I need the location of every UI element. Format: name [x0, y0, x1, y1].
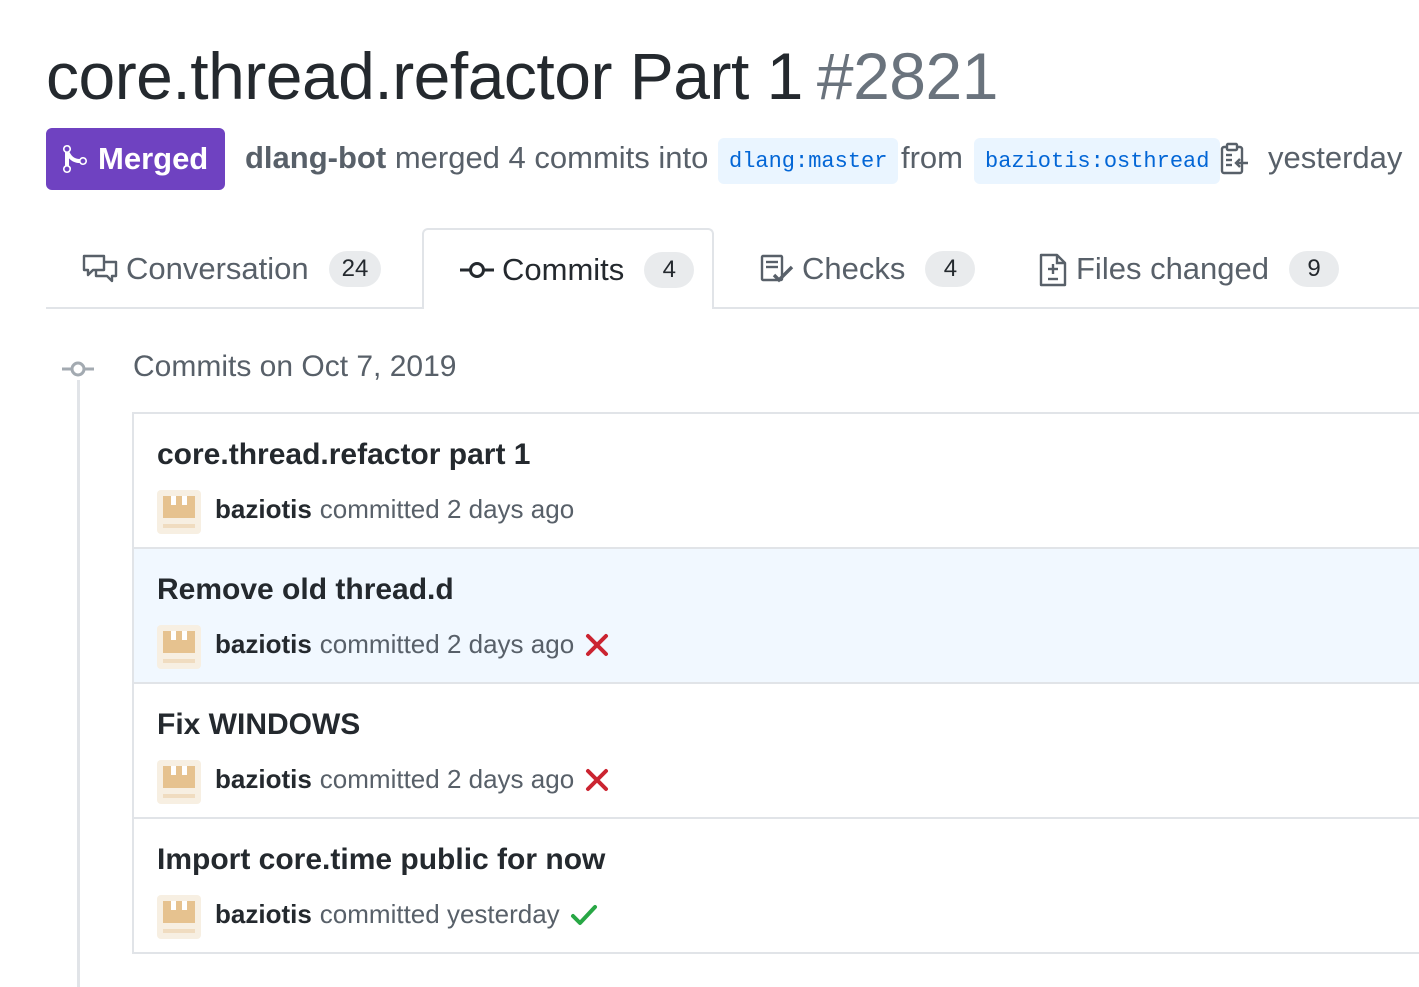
avatar[interactable]: [157, 895, 201, 939]
commit-author-link[interactable]: baziotis: [215, 494, 312, 525]
git-commit-icon: [62, 358, 94, 385]
commit-message-link[interactable]: Remove old thread.d: [157, 573, 454, 607]
pr-title-text: core.thread.refactor Part 1: [46, 39, 803, 113]
commit-meta: committed 2 days ago: [319, 629, 575, 659]
tab-files-changed[interactable]: Files changed 9: [1038, 228, 1340, 309]
commit-message-link[interactable]: Fix WINDOWS: [157, 708, 360, 742]
pr-number: #2821: [816, 39, 999, 113]
commit-byline: baziotis committed 2 days ago: [215, 494, 574, 525]
commit-row: Import core.time public for now baziotis…: [134, 817, 1419, 952]
commit-row: core.thread.refactor part 1 baziotis com…: [134, 414, 1419, 549]
check-success-icon[interactable]: [570, 902, 598, 928]
tab-label: Checks: [802, 250, 906, 286]
commits-date-heading: Commits on Oct 7, 2019: [133, 350, 457, 383]
from-text: from: [901, 140, 963, 175]
author-link[interactable]: dlang-bot: [245, 140, 386, 175]
pr-title: core.thread.refactor Part 1 #2821: [46, 36, 998, 116]
head-branch[interactable]: baziotis:osthread: [974, 138, 1221, 184]
avatar[interactable]: [157, 760, 201, 804]
git-commit-icon: [460, 260, 494, 280]
commit-row: Remove old thread.d baziotis committed 2…: [134, 547, 1419, 682]
merge-time: yesterday: [1268, 140, 1403, 175]
base-branch[interactable]: dlang:master: [718, 138, 899, 184]
clippy-copy-icon[interactable]: [1220, 142, 1250, 181]
commit-meta: committed 2 days ago: [319, 494, 575, 524]
merged-state-badge: Merged: [46, 128, 225, 190]
tab-counter: 24: [328, 250, 382, 287]
commit-message-link[interactable]: Import core.time public for now: [157, 843, 605, 877]
commit-byline: baziotis committed 2 days ago: [215, 629, 610, 660]
tab-checks[interactable]: Checks 4: [760, 228, 976, 309]
x-failure-icon[interactable]: [584, 632, 610, 658]
commit-author-link[interactable]: baziotis: [215, 629, 312, 660]
git-merge-icon: [63, 144, 87, 174]
pr-tabs: Conversation 24 Commits 4 Checks 4 Files…: [46, 228, 1419, 309]
avatar[interactable]: [157, 490, 201, 534]
tab-label: Conversation: [126, 250, 309, 286]
commit-meta: committed 2 days ago: [319, 764, 575, 794]
tab-counter: 4: [925, 250, 976, 287]
tab-commits[interactable]: Commits 4: [422, 228, 714, 309]
state-label: Merged: [98, 141, 209, 176]
x-failure-icon[interactable]: [584, 767, 610, 793]
tab-counter: 9: [1289, 250, 1340, 287]
merge-action-text: merged 4 commits into: [394, 140, 709, 175]
tab-label: Commits: [502, 251, 625, 287]
comment-discussion-icon: [82, 253, 118, 285]
commit-row: Fix WINDOWS baziotis committed 2 days ag…: [134, 682, 1419, 817]
commit-message-link[interactable]: core.thread.refactor part 1: [157, 438, 530, 472]
commit-byline: baziotis committed 2 days ago: [215, 764, 610, 795]
timeline-line: [77, 380, 80, 987]
tab-conversation[interactable]: Conversation 24: [82, 228, 382, 309]
commit-list: core.thread.refactor part 1 baziotis com…: [132, 412, 1419, 954]
commit-author-link[interactable]: baziotis: [215, 764, 312, 795]
commit-author-link[interactable]: baziotis: [215, 899, 312, 930]
file-diff-icon: [1038, 250, 1068, 288]
checklist-icon: [760, 253, 794, 285]
commit-meta: committed yesterday: [319, 899, 560, 929]
tab-counter: 4: [644, 251, 695, 288]
pr-meta: Merged dlang-bot merged 4 commits into d…: [46, 128, 1419, 190]
avatar[interactable]: [157, 625, 201, 669]
tab-label: Files changed: [1076, 250, 1270, 286]
merge-summary: dlang-bot merged 4 commits into: [245, 138, 708, 178]
commit-byline: baziotis committed yesterday: [215, 899, 598, 930]
